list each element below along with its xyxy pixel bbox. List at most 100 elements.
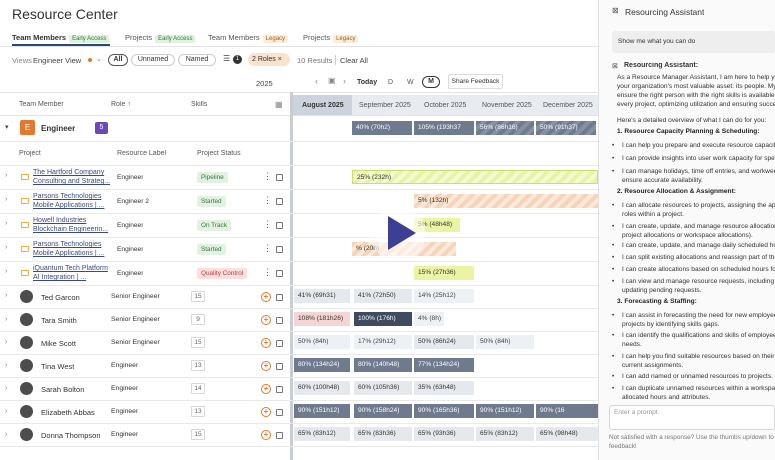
- member-name[interactable]: Ted Garcon: [41, 293, 80, 302]
- tab-team-members-legacy[interactable]: Team Members Legacy: [208, 33, 289, 43]
- allocation-cell[interactable]: 41% (69h31): [294, 289, 350, 303]
- expand-icon[interactable]: ›: [5, 244, 7, 251]
- allocation-cell[interactable]: 56% (86h16): [476, 121, 534, 135]
- view-selector[interactable]: Engineer View: [33, 56, 81, 65]
- allocation-cell[interactable]: 40% (70h2): [352, 121, 412, 135]
- allocation-bar[interactable]: 5% (132h): [414, 194, 598, 208]
- close-icon[interactable]: ×: [278, 56, 282, 63]
- panel-icon[interactable]: [276, 432, 283, 439]
- expand-icon[interactable]: ›: [5, 431, 7, 438]
- allocation-cell[interactable]: 60% (100h48): [294, 381, 350, 395]
- allocation-cell[interactable]: 90% (151h12): [476, 404, 534, 418]
- expand-icon[interactable]: ›: [5, 339, 7, 346]
- column-settings-icon[interactable]: ▦: [275, 100, 283, 109]
- panel-icon[interactable]: [276, 198, 283, 205]
- project-name-link[interactable]: Howell Industries Blockchain Engineerin.…: [33, 216, 113, 235]
- expand-icon[interactable]: ›: [5, 268, 7, 275]
- week-view-button[interactable]: W: [407, 79, 414, 86]
- share-feedback-button[interactable]: Share Feedback: [448, 74, 503, 89]
- add-allocation-icon[interactable]: +: [261, 407, 271, 417]
- add-allocation-icon[interactable]: +: [261, 430, 271, 440]
- more-icon[interactable]: ⋮: [263, 195, 272, 206]
- more-icon[interactable]: ⋮: [263, 219, 272, 230]
- filter-unnamed-pill[interactable]: Unnamed: [131, 54, 175, 66]
- next-icon[interactable]: ›: [343, 76, 346, 86]
- allocation-cell[interactable]: 65% (98h48): [536, 427, 598, 441]
- panel-icon[interactable]: [276, 409, 283, 416]
- panel-icon[interactable]: [276, 222, 283, 229]
- member-name[interactable]: Elizabeth Abbas: [41, 408, 95, 417]
- add-allocation-icon[interactable]: +: [261, 361, 271, 371]
- member-name[interactable]: Sarah Bolton: [41, 385, 84, 394]
- allocation-cell[interactable]: 50% (84h): [476, 335, 534, 349]
- allocation-cell[interactable]: 65% (93h36): [414, 427, 474, 441]
- column-role[interactable]: Role ↑: [111, 101, 131, 108]
- member-name[interactable]: Tara Smith: [41, 316, 77, 325]
- expand-icon[interactable]: ›: [5, 362, 7, 369]
- allocation-cell[interactable]: 41% (72h50): [354, 289, 412, 303]
- panel-icon[interactable]: [276, 294, 283, 301]
- add-allocation-icon[interactable]: +: [261, 338, 271, 348]
- more-icon[interactable]: ⋮: [263, 243, 272, 254]
- add-allocation-icon[interactable]: +: [261, 315, 271, 325]
- day-view-button[interactable]: D: [388, 79, 393, 86]
- expand-icon[interactable]: ›: [5, 385, 7, 392]
- allocation-bar[interactable]: 15% (27h36): [414, 266, 474, 280]
- sort-up-icon[interactable]: ↑: [127, 101, 131, 108]
- panel-icon[interactable]: [276, 340, 283, 347]
- allocation-cell[interactable]: 65% (83h12): [476, 427, 534, 441]
- month-view-button[interactable]: M: [422, 76, 440, 88]
- expand-icon[interactable]: ›: [5, 196, 7, 203]
- tab-projects-early[interactable]: Projects Early Access: [125, 33, 196, 43]
- expand-icon[interactable]: ›: [5, 316, 7, 323]
- allocation-cell[interactable]: 80% (140h48): [354, 358, 412, 372]
- allocation-cell[interactable]: 4% (8h): [414, 312, 444, 326]
- panel-icon[interactable]: [276, 246, 283, 253]
- panel-icon[interactable]: [276, 270, 283, 277]
- allocation-cell[interactable]: 35% (63h48): [414, 381, 474, 395]
- member-name[interactable]: Tina West: [41, 362, 74, 371]
- expand-icon[interactable]: ›: [5, 408, 7, 415]
- add-allocation-icon[interactable]: +: [261, 292, 271, 302]
- allocation-cell[interactable]: 50% (91h37): [536, 121, 596, 135]
- panel-icon[interactable]: [276, 174, 283, 181]
- allocation-cell[interactable]: 60% (105h36): [354, 381, 412, 395]
- today-button[interactable]: Today: [357, 79, 377, 86]
- project-name-link[interactable]: The Hartford Company Consulting and Stra…: [33, 168, 113, 187]
- collapse-icon[interactable]: ▾: [5, 123, 9, 131]
- filter-named-pill[interactable]: Named: [178, 54, 216, 66]
- expand-icon[interactable]: ›: [5, 172, 7, 179]
- more-icon[interactable]: ⋮: [263, 171, 272, 182]
- filter-all-pill[interactable]: All: [108, 54, 128, 66]
- allocation-cell[interactable]: 105% (193h37: [414, 121, 474, 135]
- panel-icon[interactable]: [276, 317, 283, 324]
- allocation-cell[interactable]: 90% (158h24): [354, 404, 412, 418]
- allocation-cell[interactable]: 90% (165h36): [414, 404, 474, 418]
- allocation-bar[interactable]: 25% (232h): [352, 170, 598, 184]
- clear-all-link[interactable]: Clear All: [340, 56, 368, 65]
- expand-icon[interactable]: ›: [5, 220, 7, 227]
- allocation-cell[interactable]: 90% (16: [536, 404, 598, 418]
- panel-icon[interactable]: [276, 363, 283, 370]
- tab-projects-legacy[interactable]: Projects Legacy: [303, 33, 359, 43]
- tab-team-members-early[interactable]: Team Members Early Access: [12, 33, 110, 43]
- chevron-down-icon[interactable]: ⌄: [96, 55, 102, 63]
- timeline-splitter[interactable]: [290, 92, 293, 460]
- column-team-member[interactable]: Team Member: [19, 101, 64, 108]
- column-skills[interactable]: Skills: [191, 101, 207, 108]
- add-allocation-icon[interactable]: +: [261, 384, 271, 394]
- allocation-cell[interactable]: 14% (25h12): [414, 289, 474, 303]
- allocation-cell[interactable]: 65% (83h12): [294, 427, 350, 441]
- project-name-link[interactable]: iQuantum Tech Platform AI Integration | …: [33, 264, 113, 283]
- previous-icon[interactable]: ‹: [315, 76, 318, 86]
- allocation-cell[interactable]: 100% (176h): [354, 312, 412, 326]
- more-icon[interactable]: ⋮: [263, 267, 272, 278]
- allocation-cell[interactable]: 90% (151h12): [294, 404, 350, 418]
- play-icon[interactable]: [388, 216, 416, 250]
- calendar-icon[interactable]: ▣: [328, 76, 336, 85]
- allocation-cell[interactable]: 50% (86h24): [414, 335, 474, 349]
- allocation-cell[interactable]: 77% (134h24): [414, 358, 474, 372]
- filter-icon[interactable]: ☰: [223, 54, 230, 63]
- allocation-cell[interactable]: 108% (181h26): [294, 312, 350, 326]
- allocation-cell[interactable]: 80% (134h24): [294, 358, 350, 372]
